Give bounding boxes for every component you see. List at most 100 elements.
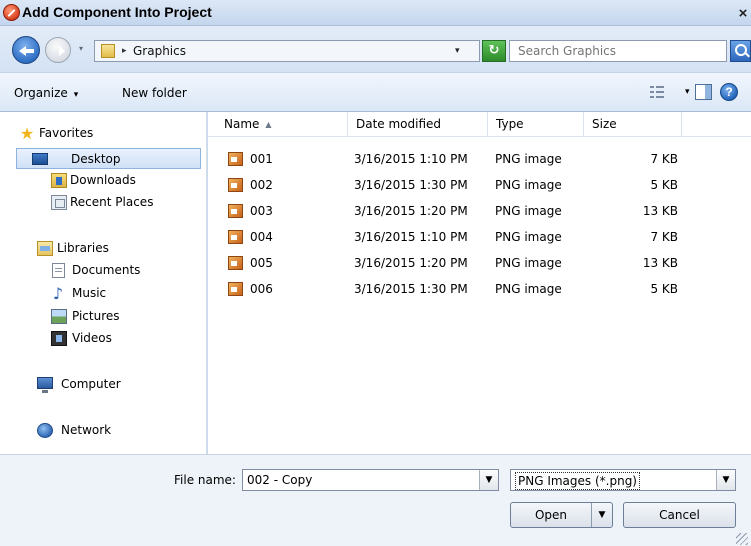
navigation-pane: ★ Favorites Desktop Downloads Recent Pla… (0, 112, 207, 454)
star-icon: ★ (19, 124, 35, 143)
nav-recent-places[interactable]: Recent Places (16, 192, 201, 213)
change-view-icon[interactable] (650, 85, 664, 99)
documents-icon (52, 263, 65, 278)
nav-network[interactable]: Network (16, 420, 201, 441)
file-row-001[interactable]: 001 3/16/2015 1:10 PM PNG image 7 KB (208, 148, 751, 170)
file-row-005[interactable]: 005 3/16/2015 1:20 PM PNG image 13 KB (208, 252, 751, 274)
help-icon[interactable]: ? (720, 83, 738, 101)
file-row-002[interactable]: 002 3/16/2015 1:30 PM PNG image 5 KB (208, 174, 751, 196)
open-options-dropdown-icon[interactable]: ▼ (591, 503, 612, 527)
column-type[interactable]: Type (488, 112, 584, 137)
file-name: 006 (250, 282, 273, 296)
nav-documents-label: Documents (72, 263, 141, 277)
file-size: 5 KB (650, 282, 678, 296)
organize-label: Organize (14, 86, 68, 100)
search-box[interactable] (509, 40, 727, 62)
nav-pictures-label: Pictures (72, 309, 120, 323)
close-button[interactable]: × (735, 5, 751, 22)
file-name: 005 (250, 256, 273, 270)
file-row-004[interactable]: 004 3/16/2015 1:10 PM PNG image 7 KB (208, 226, 751, 248)
file-date: 3/16/2015 1:10 PM (354, 152, 468, 166)
png-file-icon (228, 256, 243, 270)
column-date-modified[interactable]: Date modified (348, 112, 488, 137)
file-name-dropdown-icon[interactable]: ▼ (479, 470, 498, 490)
nav-videos[interactable]: Videos (16, 328, 201, 349)
open-button-label[interactable]: Open (511, 503, 591, 527)
title-bar[interactable]: Add Component Into Project × (0, 0, 751, 26)
sort-ascending-icon: ▲ (265, 120, 272, 129)
png-file-icon (228, 230, 243, 244)
file-date: 3/16/2015 1:20 PM (354, 204, 468, 218)
file-type-dropdown-icon[interactable]: ▼ (716, 470, 735, 490)
column-name[interactable]: Name ▲ (216, 112, 348, 137)
resize-grip[interactable] (736, 533, 748, 545)
file-name: 004 (250, 230, 273, 244)
nav-music-label: Music (72, 286, 107, 300)
nav-recent-places-label: Recent Places (70, 195, 154, 209)
nav-pictures[interactable]: Pictures (16, 306, 201, 327)
folder-icon (101, 44, 115, 58)
nav-libraries-label: Libraries (57, 241, 109, 255)
nav-network-label: Network (61, 423, 112, 437)
nav-downloads-label: Downloads (70, 173, 136, 187)
file-size: 13 KB (642, 204, 678, 218)
png-file-icon (228, 282, 243, 296)
window-title: Add Component Into Project (22, 4, 212, 20)
downloads-icon (51, 173, 67, 188)
nav-downloads[interactable]: Downloads (16, 170, 201, 191)
file-type: PNG image (495, 152, 562, 166)
videos-icon (51, 331, 67, 346)
nav-documents[interactable]: Documents (16, 260, 201, 281)
nav-computer-label: Computer (61, 377, 121, 391)
add-component-dialog: Add Component Into Project × ▾ ▸ Graphic… (0, 0, 751, 546)
file-row-003[interactable]: 003 3/16/2015 1:20 PM PNG image 13 KB (208, 200, 751, 222)
file-name-label: File name: (174, 473, 236, 487)
address-dropdown[interactable]: ▾ (455, 43, 460, 59)
file-row-006[interactable]: 006 3/16/2015 1:30 PM PNG image 5 KB (208, 278, 751, 300)
open-button[interactable]: Open ▼ (510, 502, 613, 528)
file-name-input[interactable] (247, 472, 475, 488)
recent-locations-dropdown[interactable]: ▾ (75, 43, 87, 55)
file-date: 3/16/2015 1:30 PM (354, 178, 468, 192)
back-button[interactable] (12, 36, 40, 64)
nav-libraries[interactable]: Libraries (16, 238, 201, 259)
file-type-select[interactable]: PNG Images (*.png) ▼ (510, 469, 736, 491)
organize-menu[interactable]: Organize ▾ (14, 85, 78, 103)
refresh-button[interactable]: ↻ (482, 40, 506, 62)
pictures-icon (51, 309, 67, 324)
search-input[interactable] (518, 43, 718, 59)
search-icon[interactable] (730, 40, 751, 62)
music-icon: ♪ (52, 284, 64, 303)
computer-icon (37, 377, 53, 393)
bottom-panel: File name: ▼ PNG Images (*.png) ▼ Open ▼… (0, 454, 751, 546)
file-name-combo[interactable]: ▼ (242, 469, 499, 491)
organize-arrow: ▾ (73, 90, 79, 100)
desktop-icon (32, 153, 48, 165)
file-type: PNG image (495, 256, 562, 270)
file-size: 5 KB (650, 178, 678, 192)
file-type: PNG image (495, 204, 562, 218)
file-name: 003 (250, 204, 273, 218)
file-type-value: PNG Images (*.png) (515, 472, 640, 490)
new-folder-button[interactable]: New folder (122, 85, 187, 101)
file-list: Name ▲ Date modified Type Size 001 3/16/2… (208, 112, 751, 454)
nav-desktop[interactable]: Desktop (16, 148, 201, 169)
column-header-row: Name ▲ Date modified Type Size (208, 112, 751, 137)
png-file-icon (228, 178, 243, 192)
forward-button[interactable] (45, 37, 71, 63)
view-options-dropdown[interactable]: ▾ (685, 87, 690, 97)
cancel-button[interactable]: Cancel (623, 502, 736, 528)
file-size: 7 KB (650, 230, 678, 244)
file-date: 3/16/2015 1:10 PM (354, 230, 468, 244)
breadcrumb-separator[interactable]: ▸ (122, 43, 127, 59)
address-bar[interactable]: ▸ Graphics ▾ (94, 40, 480, 62)
nav-computer[interactable]: Computer (16, 374, 201, 395)
nav-videos-label: Videos (72, 331, 112, 345)
nav-music[interactable]: ♪ Music (16, 283, 201, 304)
file-type: PNG image (495, 282, 562, 296)
preview-pane-icon[interactable] (695, 84, 712, 100)
column-size[interactable]: Size (584, 112, 682, 137)
breadcrumb-graphics[interactable]: Graphics (133, 43, 186, 59)
file-type: PNG image (495, 178, 562, 192)
nav-favorites[interactable]: ★ Favorites (16, 123, 201, 144)
